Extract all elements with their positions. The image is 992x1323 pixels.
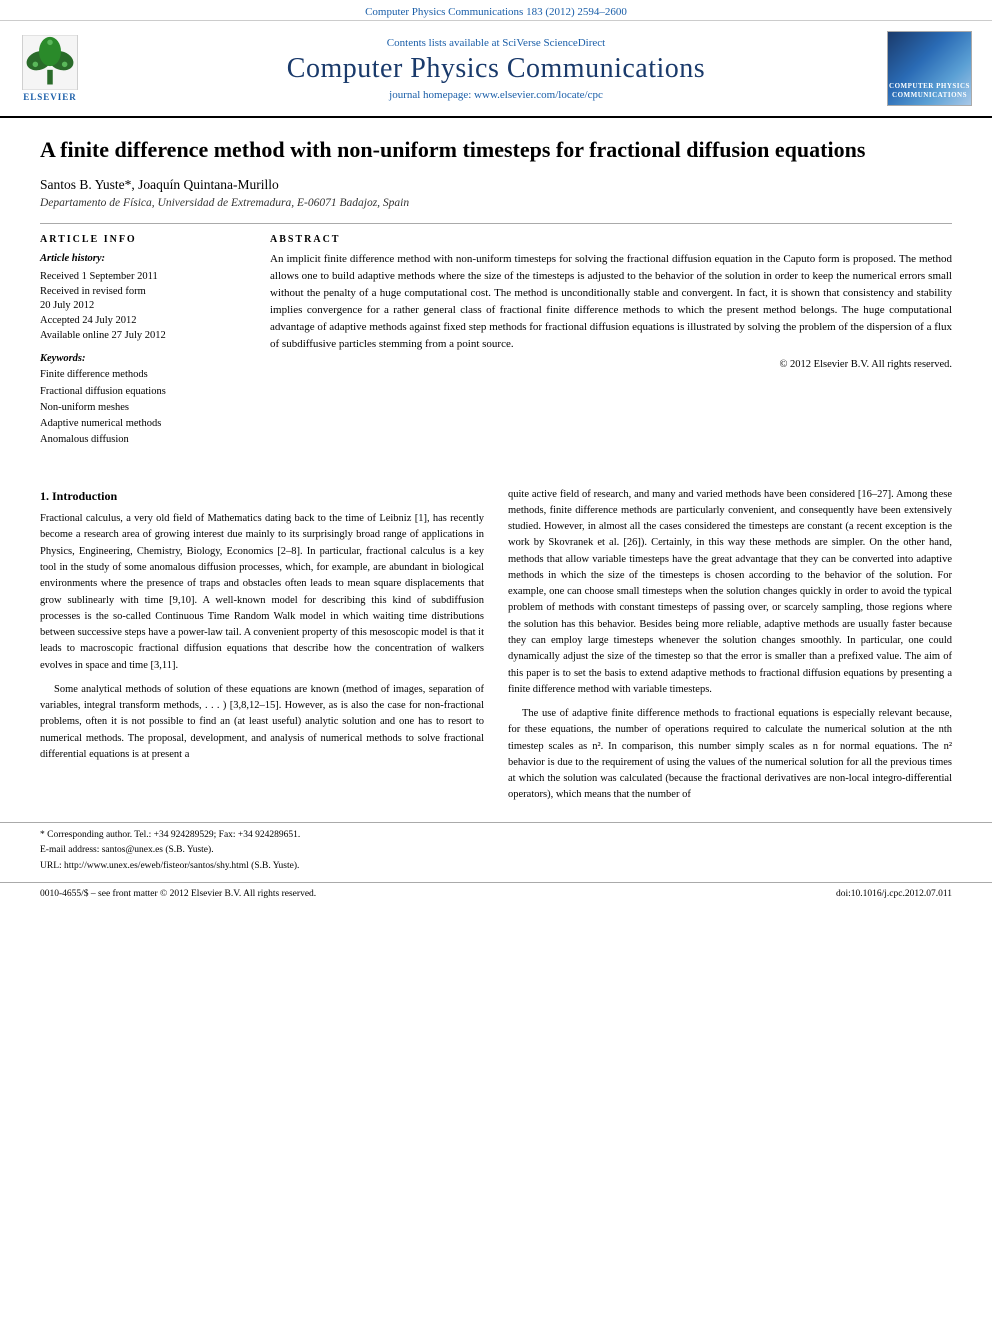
section1-heading: 1. Introduction xyxy=(40,487,484,506)
article-affiliation: Departamento de Física, Universidad de E… xyxy=(40,197,952,209)
abstract-copyright: © 2012 Elsevier B.V. All rights reserved… xyxy=(270,359,952,370)
abstract-text: An implicit finite difference method wit… xyxy=(270,251,952,353)
keyword-2: Non-uniform meshes xyxy=(40,400,240,416)
body-col2-para-1: The use of adaptive finite difference me… xyxy=(508,706,952,804)
footnote-2: URL: http://www.unex.es/eweb/fisteor/san… xyxy=(40,860,952,874)
body-col1-para-1: Some analytical methods of solution of t… xyxy=(40,682,484,763)
cover-text-line1: COMPUTER PHYSICS xyxy=(889,82,970,91)
footnote-1: E-mail address: santos@unex.es (S.B. Yus… xyxy=(40,844,952,858)
abstract-title: ABSTRACT xyxy=(270,234,952,245)
keywords-label: Keywords: xyxy=(40,353,240,364)
body-col2-para-0: quite active field of research, and many… xyxy=(508,487,952,698)
doi-text: doi:10.1016/j.cpc.2012.07.011 xyxy=(836,889,952,899)
article-title: A finite difference method with non-unif… xyxy=(40,136,952,165)
journal-header: ELSEVIER Contents lists available at Sci… xyxy=(0,21,992,118)
history-item-1: Received in revised form xyxy=(40,285,240,300)
journal-citation-bar: Computer Physics Communications 183 (201… xyxy=(0,0,992,21)
journal-cover-area: COMPUTER PHYSICS COMMUNICATIONS xyxy=(862,31,972,106)
footnote-0: * Corresponding author. Tel.: +34 924289… xyxy=(40,829,952,843)
body-col1-para-0: Fractional calculus, a very old field of… xyxy=(40,511,484,674)
bottom-bar: 0010-4655/$ – see front matter © 2012 El… xyxy=(0,882,992,903)
journal-cover: COMPUTER PHYSICS COMMUNICATIONS xyxy=(887,31,972,106)
article-info-row: ARTICLE INFO Article history: Received 1… xyxy=(40,223,952,449)
body-columns: 1. Introduction Fractional calculus, a v… xyxy=(0,487,992,812)
article-info-title: ARTICLE INFO xyxy=(40,234,240,245)
issn-text: 0010-4655/$ – see front matter © 2012 El… xyxy=(40,889,316,899)
history-item-2: 20 July 2012 xyxy=(40,299,240,314)
body-column-right: quite active field of research, and many… xyxy=(508,487,952,812)
elsevier-logo: ELSEVIER xyxy=(20,35,80,102)
elsevier-label-text: ELSEVIER xyxy=(23,92,77,102)
keyword-1: Fractional diffusion equations xyxy=(40,384,240,400)
journal-citation: Computer Physics Communications 183 (201… xyxy=(365,6,627,18)
elsevier-tree-icon xyxy=(20,35,80,90)
history-item-3: Accepted 24 July 2012 xyxy=(40,314,240,329)
journal-title-area: Contents lists available at SciVerse Sci… xyxy=(130,37,862,101)
history-item-0: Received 1 September 2011 xyxy=(40,270,240,285)
keywords-section: Keywords: Finite difference methods Frac… xyxy=(40,353,240,448)
cover-text-line2: COMMUNICATIONS xyxy=(892,91,967,100)
keywords-list: Finite difference methods Fractional dif… xyxy=(40,367,240,448)
keyword-4: Anomalous diffusion xyxy=(40,432,240,448)
sciverse-link[interactable]: Contents lists available at SciVerse Sci… xyxy=(140,37,852,49)
keyword-3: Adaptive numerical methods xyxy=(40,416,240,432)
body-column-left: 1. Introduction Fractional calculus, a v… xyxy=(40,487,484,812)
page: Computer Physics Communications 183 (201… xyxy=(0,0,992,1323)
journal-homepage[interactable]: journal homepage: www.elsevier.com/locat… xyxy=(140,89,852,101)
journal-title: Computer Physics Communications xyxy=(140,53,852,85)
history-item-4: Available online 27 July 2012 xyxy=(40,329,240,344)
footnote-area: * Corresponding author. Tel.: +34 924289… xyxy=(0,822,992,874)
elsevier-logo-area: ELSEVIER xyxy=(20,35,130,102)
keyword-0: Finite difference methods xyxy=(40,367,240,383)
abstract-section: ABSTRACT An implicit finite difference m… xyxy=(270,234,952,449)
history-label: Article history: xyxy=(40,251,240,267)
article-info-left: ARTICLE INFO Article history: Received 1… xyxy=(40,234,240,449)
article-authors: Santos B. Yuste*, Joaquín Quintana-Muril… xyxy=(40,177,952,193)
article-header-section: A finite difference method with non-unif… xyxy=(0,118,992,469)
article-history: Article history: Received 1 September 20… xyxy=(40,251,240,344)
